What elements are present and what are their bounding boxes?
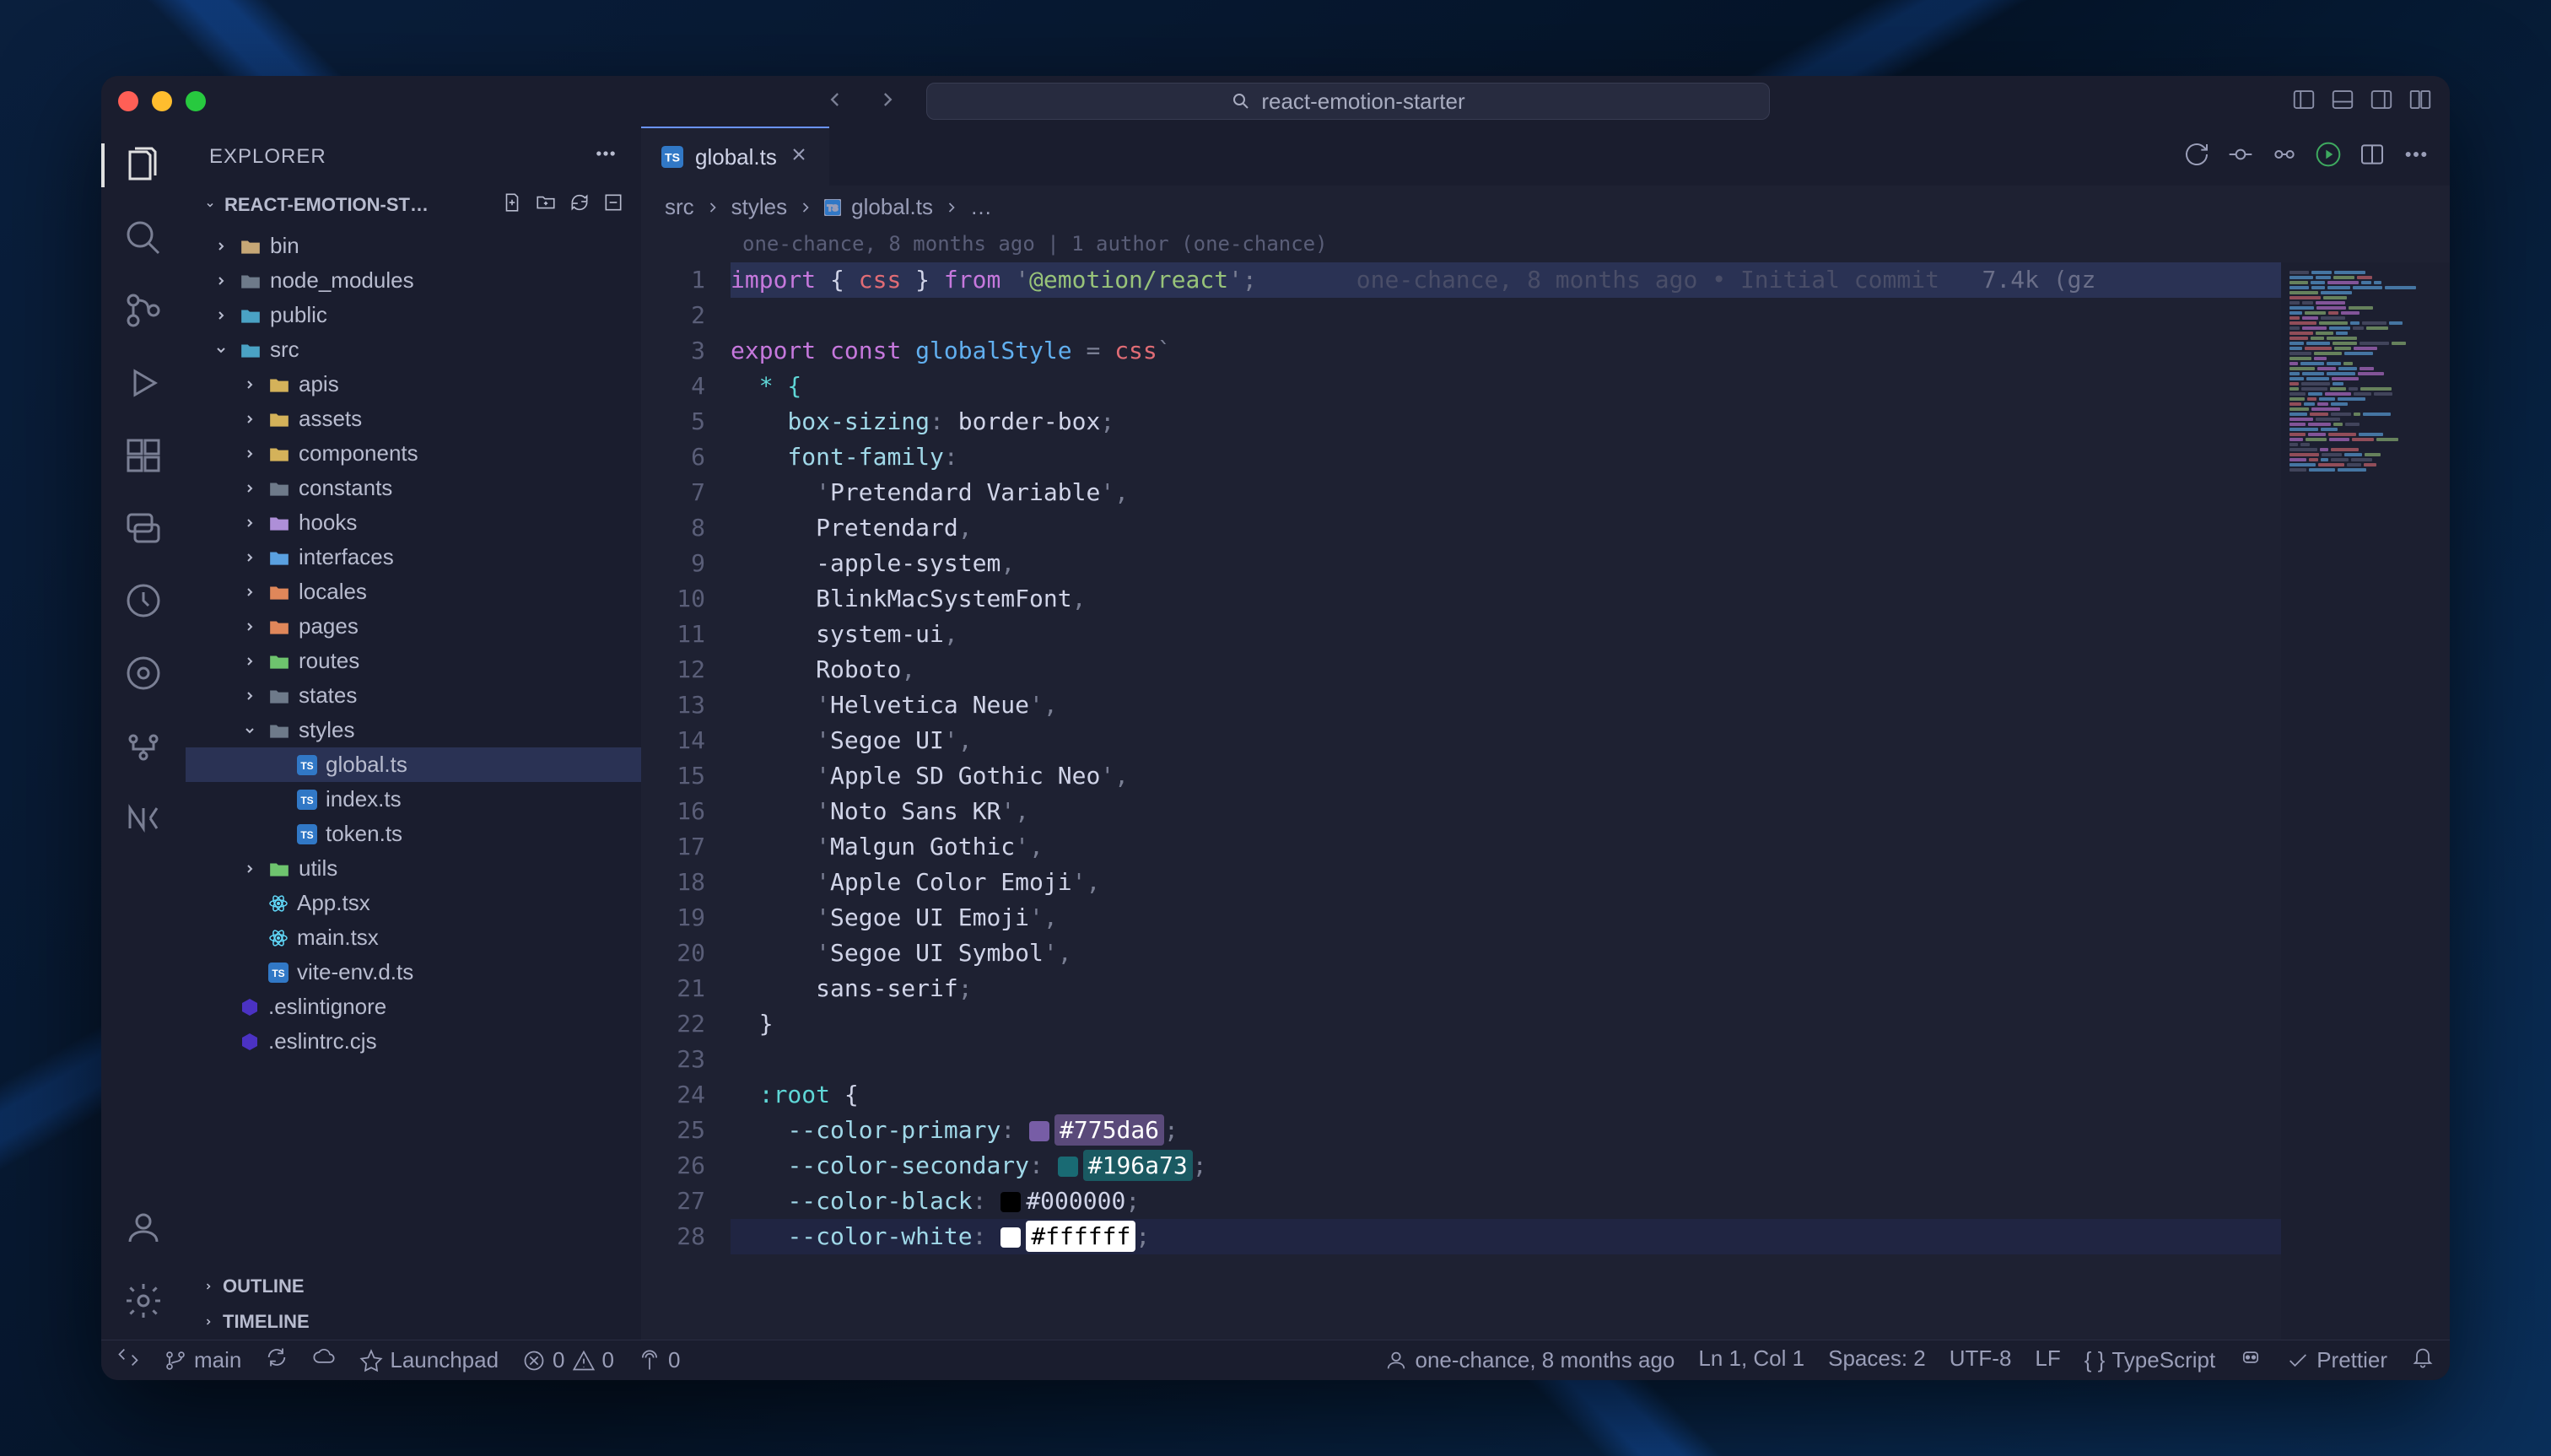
project-header[interactable]: REACT-EMOTION-ST… bbox=[186, 186, 641, 224]
eol-status[interactable]: LF bbox=[2035, 1345, 2060, 1375]
extensions-icon[interactable] bbox=[121, 434, 165, 477]
command-center[interactable]: react-emotion-starter bbox=[926, 83, 1770, 120]
ports-status[interactable]: 0 bbox=[638, 1347, 680, 1373]
run-debug-icon[interactable] bbox=[121, 361, 165, 405]
folder-states[interactable]: states bbox=[186, 678, 641, 713]
file-global.ts[interactable]: TSglobal.ts bbox=[186, 747, 641, 782]
sidebar-title: EXPLORER bbox=[209, 145, 326, 169]
file-.eslintrc.cjs[interactable]: .eslintrc.cjs bbox=[186, 1024, 641, 1059]
folder-assets[interactable]: assets bbox=[186, 402, 641, 436]
launchpad-status[interactable]: Launchpad bbox=[359, 1347, 499, 1373]
nav-back-icon[interactable] bbox=[825, 88, 849, 116]
folder-bin[interactable]: bin bbox=[186, 229, 641, 263]
explorer-icon[interactable] bbox=[121, 143, 165, 187]
branch-status[interactable]: main bbox=[164, 1347, 241, 1373]
svg-text:TS: TS bbox=[665, 150, 680, 164]
folder-utils[interactable]: utils bbox=[186, 851, 641, 886]
encoding-status[interactable]: UTF-8 bbox=[1950, 1345, 2012, 1375]
prettier-status[interactable]: Prettier bbox=[2286, 1345, 2387, 1375]
more-icon[interactable] bbox=[594, 142, 618, 171]
gear-icon[interactable] bbox=[121, 1279, 165, 1323]
svg-text:TS: TS bbox=[300, 829, 313, 841]
folder-constants[interactable]: constants bbox=[186, 471, 641, 505]
language-status[interactable]: { }TypeScript bbox=[2084, 1345, 2215, 1375]
folder-locales[interactable]: locales bbox=[186, 574, 641, 609]
folder-hooks[interactable]: hooks bbox=[186, 505, 641, 540]
nav-forward-icon[interactable] bbox=[874, 88, 898, 116]
outline-section[interactable]: OUTLINE bbox=[186, 1269, 641, 1304]
panel-right-icon[interactable] bbox=[2369, 87, 2394, 116]
panel-bottom-icon[interactable] bbox=[2330, 87, 2355, 116]
play-icon[interactable] bbox=[2315, 141, 2342, 172]
timeline-section[interactable]: TIMELINE bbox=[186, 1304, 641, 1340]
new-folder-icon[interactable] bbox=[535, 191, 557, 218]
history-back-icon[interactable] bbox=[2183, 141, 2210, 172]
nx-icon[interactable] bbox=[121, 796, 165, 840]
chat-icon[interactable] bbox=[121, 506, 165, 550]
folder-pages[interactable]: pages bbox=[186, 609, 641, 644]
folder-styles[interactable]: styles bbox=[186, 713, 641, 747]
commit-dots-icon[interactable] bbox=[2271, 141, 2298, 172]
gitlens-icon[interactable] bbox=[121, 651, 165, 695]
folder-apis[interactable]: apis bbox=[186, 367, 641, 402]
file-index.ts[interactable]: TSindex.ts bbox=[186, 782, 641, 817]
search-text: react-emotion-starter bbox=[1261, 89, 1464, 115]
folder-interfaces[interactable]: interfaces bbox=[186, 540, 641, 574]
folder-routes[interactable]: routes bbox=[186, 644, 641, 678]
remote-icon[interactable] bbox=[116, 1345, 140, 1375]
graph-icon[interactable] bbox=[121, 724, 165, 768]
blame-status[interactable]: one-chance, 8 months ago bbox=[1384, 1345, 1675, 1375]
timeline-icon[interactable] bbox=[121, 579, 165, 623]
layout-icon[interactable] bbox=[2408, 87, 2433, 116]
window-close-button[interactable] bbox=[118, 91, 138, 111]
svg-text:TS: TS bbox=[828, 204, 839, 213]
close-icon[interactable] bbox=[789, 144, 809, 170]
minimap[interactable] bbox=[2281, 262, 2450, 1340]
file-token.ts[interactable]: TStoken.ts bbox=[186, 817, 641, 851]
folder-node_modules[interactable]: node_modules bbox=[186, 263, 641, 298]
file-vite-env.d.ts[interactable]: TSvite-env.d.ts bbox=[186, 955, 641, 990]
copilot-icon[interactable] bbox=[2239, 1345, 2262, 1375]
folder-public[interactable]: public bbox=[186, 298, 641, 332]
search-icon[interactable] bbox=[121, 216, 165, 260]
blame-header: one-chance, 8 months ago | 1 author (one… bbox=[641, 229, 2450, 262]
panel-left-icon[interactable] bbox=[2291, 87, 2316, 116]
refresh-icon[interactable] bbox=[569, 191, 591, 218]
svg-text:TS: TS bbox=[300, 760, 313, 772]
source-control-icon[interactable] bbox=[121, 289, 165, 332]
window-maximize-button[interactable] bbox=[186, 91, 206, 111]
collapse-icon[interactable] bbox=[602, 191, 624, 218]
tab-label: global.ts bbox=[695, 144, 777, 170]
file-App.tsx[interactable]: App.tsx bbox=[186, 886, 641, 920]
project-name: REACT-EMOTION-ST… bbox=[224, 194, 429, 216]
errors-status[interactable]: 0 0 bbox=[522, 1347, 614, 1373]
file-.eslintignore[interactable]: .eslintignore bbox=[186, 990, 641, 1024]
sync-icon[interactable] bbox=[265, 1345, 289, 1375]
svg-text:TS: TS bbox=[272, 968, 284, 979]
window-minimize-button[interactable] bbox=[152, 91, 172, 111]
cursor-position[interactable]: Ln 1, Col 1 bbox=[1698, 1345, 1804, 1375]
svg-text:TS: TS bbox=[300, 795, 313, 806]
file-main.tsx[interactable]: main.tsx bbox=[186, 920, 641, 955]
folder-components[interactable]: components bbox=[186, 436, 641, 471]
split-icon[interactable] bbox=[2359, 141, 2386, 172]
commit-dot-icon[interactable] bbox=[2227, 141, 2254, 172]
new-file-icon[interactable] bbox=[501, 191, 523, 218]
more-icon[interactable] bbox=[2403, 141, 2430, 172]
folder-src[interactable]: src bbox=[186, 332, 641, 367]
spaces-status[interactable]: Spaces: 2 bbox=[1828, 1345, 1926, 1375]
breadcrumb[interactable]: src styles TS global.ts … bbox=[641, 186, 2450, 229]
tab-global-ts[interactable]: TS global.ts bbox=[641, 127, 829, 186]
cloud-icon[interactable] bbox=[312, 1345, 336, 1375]
bell-icon[interactable] bbox=[2411, 1345, 2435, 1375]
account-icon[interactable] bbox=[121, 1206, 165, 1250]
